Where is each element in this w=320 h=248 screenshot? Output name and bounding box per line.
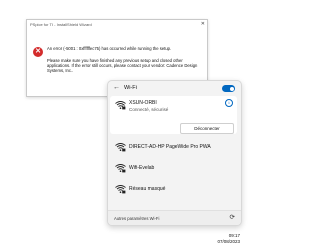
wifi-secured-icon: [115, 164, 126, 173]
connected-network-status: Connecté, sécurisé: [129, 107, 169, 112]
toggle-knob: [229, 86, 234, 91]
network-row-hidden[interactable]: Réseau masqué: [110, 180, 237, 198]
info-icon[interactable]: i: [225, 99, 233, 107]
more-wifi-settings-link[interactable]: Autres paramètres Wi-Fi: [114, 216, 159, 221]
error-message: An error (-5001 : 0xffffffec75) has occu…: [47, 46, 172, 51]
close-icon[interactable]: ✕: [201, 21, 205, 27]
wifi-header: ← Wi-Fi: [108, 81, 241, 95]
back-arrow-icon[interactable]: ←: [113, 84, 120, 92]
wifi-footer: Autres paramètres Wi-Fi ⟳: [108, 210, 241, 225]
network-row-direct-ad-hp[interactable]: DIRECT-AD-HP PageWide Pro PWA: [110, 138, 237, 156]
clock-date: 07/08/2023: [217, 239, 240, 244]
network-row-wifi-evelab[interactable]: Wifi-Evelab: [110, 159, 237, 177]
wifi-title: Wi-Fi: [124, 85, 137, 91]
wifi-secured-icon: [115, 101, 126, 110]
wifi-toggle[interactable]: [222, 85, 235, 92]
network-name: DIRECT-AD-HP PageWide Pro PWA: [129, 144, 211, 150]
network-name: Réseau masqué: [129, 186, 166, 192]
dialog-title: PSpice for TI - InstallShield Wizard: [30, 22, 92, 27]
network-name: Wifi-Evelab: [129, 165, 155, 171]
disconnect-button[interactable]: Déconnecter: [180, 123, 234, 134]
connected-network-name: XSUN-ORBI: [129, 100, 157, 106]
error-advice: Please make sure you have finished any p…: [47, 58, 198, 73]
taskbar-clock[interactable]: 09:17 07/08/2023: [206, 233, 240, 245]
error-icon: ✕: [33, 47, 43, 57]
wifi-secured-icon: [115, 143, 126, 152]
wifi-flyout: ← Wi-Fi XSUN-ORBI Connecté, sécurisé i D…: [107, 80, 242, 226]
wifi-secured-icon: [115, 185, 126, 194]
refresh-icon[interactable]: ⟳: [230, 214, 235, 221]
connected-network[interactable]: XSUN-ORBI Connecté, sécurisé i Déconnect…: [110, 96, 237, 134]
